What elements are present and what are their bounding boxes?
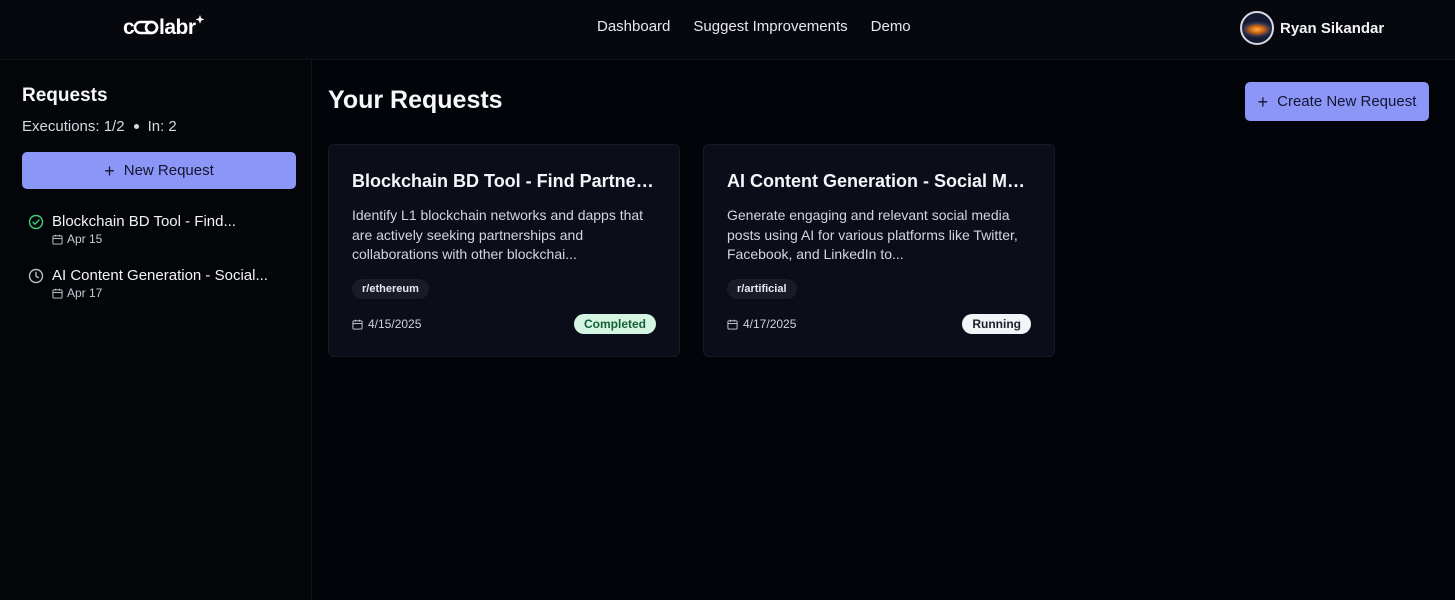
- card-date-text: 4/15/2025: [368, 317, 422, 331]
- calendar-icon: [52, 234, 63, 245]
- sidebar-stats: Executions: 1/2 In: 2: [22, 118, 177, 135]
- user-menu[interactable]: Ryan Sikandar: [1240, 11, 1384, 45]
- create-new-request-button[interactable]: + Create New Request: [1245, 82, 1429, 121]
- separator-dot-icon: [133, 124, 139, 129]
- sidebar-item-label: Blockchain BD Tool - Find...: [52, 213, 236, 230]
- logo-wordmark-icon: c labr: [123, 14, 205, 40]
- clock-icon: [28, 268, 44, 284]
- sidebar-title: Requests: [22, 85, 108, 106]
- subreddit-tag: r/artificial: [727, 279, 797, 299]
- check-circle-icon: [28, 214, 44, 230]
- card-date: 4/15/2025: [352, 317, 421, 331]
- nav-demo[interactable]: Demo: [871, 18, 911, 35]
- collabr-logo[interactable]: collabr c labr: [123, 14, 205, 40]
- main-nav: Dashboard Suggest Improvements Demo: [597, 18, 911, 35]
- sidebar-item-date: Apr 15: [52, 232, 102, 246]
- svg-text:c: c: [123, 16, 135, 39]
- calendar-icon: [727, 319, 738, 330]
- executions-count: Executions: 1/2: [22, 118, 125, 135]
- sidebar-item-date-text: Apr 15: [67, 232, 103, 246]
- new-request-button[interactable]: + New Request: [22, 152, 296, 189]
- card-date: 4/17/2025: [727, 317, 796, 331]
- plus-icon: +: [104, 160, 115, 181]
- requests-sidebar: Requests Executions: 1/2 In: 2 + New Req…: [0, 61, 312, 600]
- avatar[interactable]: [1240, 11, 1274, 45]
- card-description: Generate engaging and relevant social me…: [727, 207, 1018, 262]
- request-card-blockchain[interactable]: Blockchain BD Tool - Find Partnerships f…: [328, 144, 680, 357]
- plus-icon: +: [1257, 91, 1269, 112]
- new-request-label: New Request: [123, 162, 214, 179]
- sidebar-item-label: AI Content Generation - Social...: [52, 267, 268, 284]
- sidebar-item-date-text: Apr 17: [67, 286, 103, 300]
- subreddit-tag: r/ethereum: [352, 279, 429, 299]
- calendar-icon: [52, 288, 63, 299]
- create-new-request-label: Create New Request: [1277, 93, 1417, 110]
- status-badge: Completed: [573, 314, 656, 334]
- page-title: Your Requests: [328, 86, 503, 114]
- card-description: Identify L1 blockchain networks and dapp…: [352, 207, 644, 262]
- in-count: In: 2: [147, 118, 177, 135]
- svg-text:labr: labr: [159, 16, 196, 39]
- calendar-icon: [352, 319, 363, 330]
- nav-dashboard[interactable]: Dashboard: [597, 18, 670, 35]
- user-name: Ryan Sikandar: [1280, 19, 1385, 37]
- nav-suggest-improvements[interactable]: Suggest Improvements: [693, 18, 847, 35]
- status-badge: Running: [962, 314, 1031, 334]
- card-title: AI Content Generation - Social Media Pos…: [727, 171, 1032, 191]
- sidebar-item-date: Apr 17: [52, 286, 102, 300]
- card-date-text: 4/17/2025: [743, 317, 797, 331]
- request-card-ai-content[interactable]: AI Content Generation - Social Media Pos…: [703, 144, 1055, 357]
- card-title: Blockchain BD Tool - Find Partnerships f…: [352, 171, 657, 191]
- top-navbar: collabr c labr Dashboard Suggest Improve…: [0, 0, 1455, 60]
